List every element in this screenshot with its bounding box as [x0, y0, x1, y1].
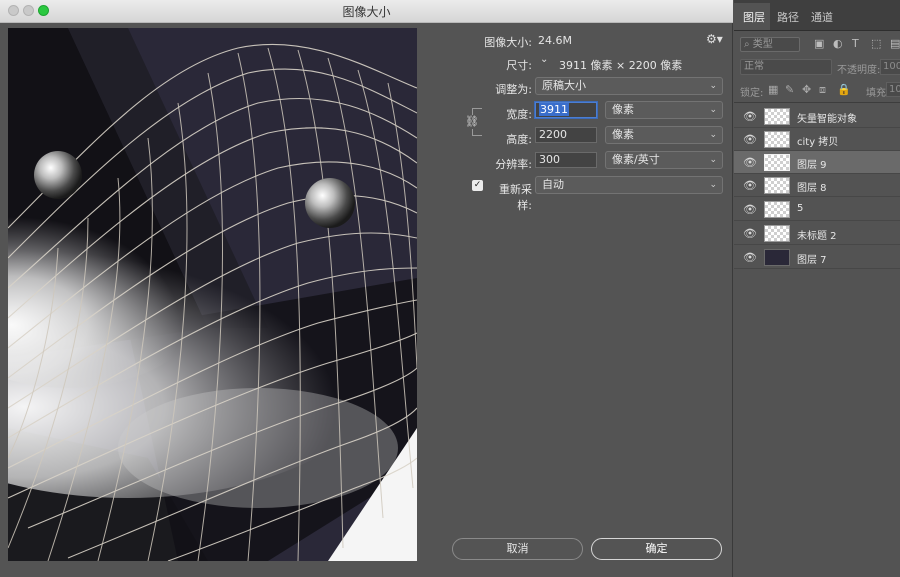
- layer-name: 未标题 2: [797, 231, 837, 242]
- shape-filter-icon[interactable]: ⬚: [871, 37, 881, 50]
- resample-checkbox[interactable]: ✓: [472, 180, 483, 191]
- lock-transparency-icon[interactable]: ▦: [768, 83, 778, 96]
- dimensions-value: 3911 像素 × 2200 像素: [559, 59, 683, 72]
- eye-icon[interactable]: 👁: [743, 203, 757, 216]
- resolution-input[interactable]: 300: [535, 152, 597, 168]
- height-input-value: 2200: [539, 128, 567, 141]
- dialog-title: 图像大小: [342, 5, 391, 19]
- chevron-down-icon: ⌄: [709, 81, 717, 91]
- panel-divider: [734, 102, 900, 103]
- adjustment-filter-icon[interactable]: ◐: [833, 37, 843, 50]
- layer-name: city 拷贝: [797, 137, 839, 148]
- layer-row[interactable]: 👁 矢量智能对象: [734, 105, 900, 128]
- chevron-down-icon: ⌄: [709, 105, 717, 115]
- layers-empty-area: [734, 270, 900, 577]
- type-filter-icon[interactable]: T: [852, 37, 859, 50]
- resolution-label: 分辨率:: [495, 158, 532, 171]
- gear-icon[interactable]: ⚙▾: [706, 32, 723, 46]
- height-unit-value: 像素: [612, 128, 634, 141]
- lock-all-icon[interactable]: 🔒: [837, 83, 851, 96]
- lock-position-icon[interactable]: ✥: [802, 83, 811, 96]
- layer-name: 5: [797, 203, 804, 214]
- image-size-value: 24.6M: [538, 34, 572, 47]
- layer-name: 图层 7: [797, 255, 827, 266]
- eye-icon[interactable]: 👁: [743, 110, 757, 123]
- width-unit-select[interactable]: 像素 ⌄: [605, 101, 723, 119]
- layer-thumbnail: [764, 201, 790, 218]
- tab-channels[interactable]: 通道: [811, 9, 833, 25]
- eye-icon[interactable]: 👁: [743, 227, 757, 240]
- chevron-down-icon: ⌄: [709, 180, 717, 190]
- chevron-down-icon: ⌄: [709, 155, 717, 165]
- layer-thumbnail: [764, 154, 790, 171]
- fit-to-value: 原稿大小: [542, 79, 586, 92]
- tab-layers[interactable]: 图层: [743, 9, 765, 25]
- width-input-value: 3911: [539, 103, 569, 116]
- opacity-label: 不透明度:: [837, 65, 881, 76]
- link-icon[interactable]: ⛓: [465, 115, 479, 129]
- fit-to-select[interactable]: 原稿大小 ⌄: [535, 77, 723, 95]
- blend-mode-select[interactable]: 正常: [740, 59, 832, 75]
- resample-value: 自动: [542, 178, 564, 191]
- cancel-button[interactable]: 取消: [452, 538, 583, 560]
- fit-to-label: 调整为:: [495, 83, 532, 96]
- smart-object-filter-icon[interactable]: ▤: [890, 37, 900, 50]
- layer-name: 图层 8: [797, 183, 827, 194]
- eye-icon[interactable]: 👁: [743, 156, 757, 169]
- eye-icon[interactable]: 👁: [743, 179, 757, 192]
- resolution-input-value: 300: [539, 153, 560, 166]
- image-preview[interactable]: [8, 28, 417, 561]
- resample-select[interactable]: 自动 ⌄: [535, 176, 723, 194]
- eye-icon[interactable]: 👁: [743, 251, 757, 264]
- dialog-titlebar: 图像大小: [0, 0, 733, 23]
- height-unit-select[interactable]: 像素 ⌄: [605, 126, 723, 144]
- preview-artwork: [8, 28, 417, 561]
- layer-thumbnail: [764, 131, 790, 148]
- tab-paths[interactable]: 路径: [777, 9, 799, 25]
- image-size-dialog: 图像大小 图像大小: 24.6M ⚙▾ 尺寸: ⌄ 3911 像素 × 2200…: [0, 0, 733, 577]
- opacity-input[interactable]: 100%: [880, 59, 900, 75]
- height-input[interactable]: 2200: [535, 127, 597, 143]
- layer-row[interactable]: 👁 city 拷贝: [734, 128, 900, 151]
- chevron-down-icon: ⌄: [709, 130, 717, 140]
- panel-tabs: 图层 路径 通道: [734, 0, 900, 31]
- dimensions-label: 尺寸:: [506, 59, 532, 72]
- layer-thumbnail: [764, 249, 790, 266]
- chevron-down-icon[interactable]: ⌄: [540, 54, 548, 65]
- layer-row[interactable]: 👁 图层 7: [734, 246, 900, 269]
- layer-thumbnail: [764, 108, 790, 125]
- layer-row[interactable]: 👁 未标题 2: [734, 222, 900, 245]
- layer-row[interactable]: 👁 图层 9: [734, 151, 900, 174]
- layer-thumbnail: [764, 177, 790, 194]
- resample-label[interactable]: 重新采样:: [486, 181, 532, 213]
- fill-input[interactable]: 100%: [886, 82, 900, 97]
- layer-row[interactable]: 👁 图层 8: [734, 174, 900, 197]
- lock-artboard-icon[interactable]: ⧈: [819, 83, 826, 97]
- layer-name: 矢量智能对象: [797, 114, 857, 125]
- image-filter-icon[interactable]: ▣: [814, 37, 824, 50]
- width-input[interactable]: 3911: [535, 102, 597, 118]
- ok-button[interactable]: 确定: [591, 538, 722, 560]
- width-label: 宽度:: [506, 108, 532, 121]
- layer-name: 图层 9: [797, 160, 827, 171]
- resolution-unit-select[interactable]: 像素/英寸 ⌄: [605, 151, 723, 169]
- lock-label: 锁定:: [740, 88, 764, 99]
- lock-image-icon[interactable]: ✎: [785, 83, 794, 96]
- layers-panel: 图层 路径 通道 ⌕ 类型 ▣ ◐ T ⬚ ▤ 正常 不透明度: 100% 锁定…: [734, 0, 900, 577]
- resolution-unit-value: 像素/英寸: [612, 153, 660, 166]
- width-unit-value: 像素: [612, 103, 634, 116]
- image-size-label: 图像大小:: [484, 36, 532, 49]
- height-label: 高度:: [506, 133, 532, 146]
- layer-filter-select[interactable]: ⌕ 类型: [740, 37, 800, 52]
- layer-row[interactable]: 👁 5: [734, 198, 900, 221]
- eye-icon[interactable]: 👁: [743, 133, 757, 146]
- layer-thumbnail: [764, 225, 790, 242]
